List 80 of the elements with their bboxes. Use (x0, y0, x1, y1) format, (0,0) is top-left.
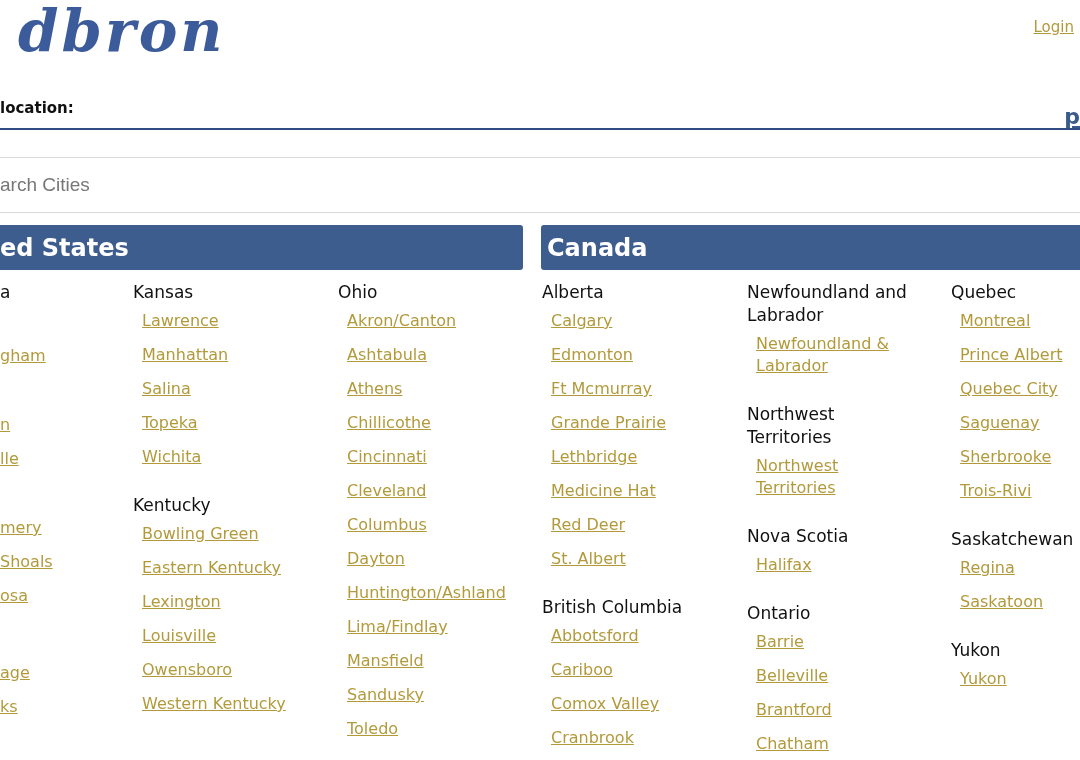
city-link[interactable]: mery (0, 517, 42, 539)
city-link[interactable]: Halifax (756, 554, 812, 576)
city-link[interactable]: Huntington/Ashland (347, 582, 506, 604)
city-link[interactable]: Toledo (347, 718, 399, 740)
city-link[interactable]: Abbotsford (551, 625, 639, 647)
location-link[interactable]: p (1064, 106, 1080, 128)
region-heading: Kansas (133, 281, 195, 304)
city-link[interactable]: Cariboo (551, 659, 613, 681)
city-link[interactable]: Shoals (0, 551, 53, 573)
city-link[interactable]: Athens (347, 378, 403, 400)
city-link[interactable]: Grande Prairie (551, 412, 667, 434)
city-link[interactable]: St. Albert (551, 548, 626, 570)
city-link[interactable]: Calgary (551, 310, 613, 332)
region-heading: British Columbia (542, 596, 684, 619)
city-link[interactable]: Wichita (142, 446, 202, 468)
region-header: ed States (0, 225, 523, 270)
city-link[interactable]: n (0, 414, 11, 436)
city-link[interactable]: Bowling Green (142, 523, 259, 545)
city-link[interactable]: Akron/Canton (347, 310, 457, 332)
city-link[interactable]: Northwest Territories (756, 455, 918, 499)
city-link[interactable]: Topeka (142, 412, 198, 434)
city-link[interactable]: Newfoundland & Labrador (756, 333, 918, 377)
city-link[interactable]: Mansfield (347, 650, 424, 672)
city-link[interactable]: Saskatoon (960, 591, 1044, 613)
region-heading: Quebec (951, 281, 1018, 304)
city-link[interactable]: Prince Albert (960, 344, 1063, 366)
city-link[interactable]: Lethbridge (551, 446, 638, 468)
city-link[interactable]: Lawrence (142, 310, 219, 332)
region-heading: Ontario (747, 602, 812, 625)
city-link[interactable]: Manhattan (142, 344, 229, 366)
region-header: Canada (541, 225, 1080, 270)
city-link[interactable]: Trois-Rivi (960, 480, 1032, 502)
region-heading: Ohio (338, 281, 379, 304)
city-link[interactable]: Regina (960, 557, 1015, 579)
city-link[interactable]: Ashtabula (347, 344, 428, 366)
city-link[interactable]: Cincinnati (347, 446, 427, 468)
search-field[interactable]: arch Cities (0, 157, 1080, 213)
city-link[interactable]: Columbus (347, 514, 427, 536)
city-link[interactable]: Saguenay (960, 412, 1040, 434)
city-link[interactable]: Sandusky (347, 684, 424, 706)
city-link[interactable]: Montreal (960, 310, 1031, 332)
city-link[interactable]: osa (0, 585, 28, 607)
region-heading: a (0, 281, 12, 304)
city-link[interactable]: Edmonton (551, 344, 633, 366)
city-link[interactable]: Eastern Kentucky (142, 557, 281, 579)
city-link[interactable]: gham (0, 345, 46, 367)
city-link[interactable]: Barrie (756, 631, 804, 653)
city-link[interactable]: Red Deer (551, 514, 626, 536)
city-link[interactable]: Brantford (756, 699, 832, 721)
city-link[interactable]: Yukon (960, 668, 1007, 690)
region-heading: Newfoundland and Labrador (747, 281, 908, 327)
region-heading: Nova Scotia (747, 525, 850, 548)
region-heading: Saskatchewan (951, 528, 1075, 551)
city-link[interactable]: Quebec City (960, 378, 1058, 400)
city-link[interactable]: Cranbrook (551, 727, 634, 749)
location-label: location: (0, 98, 74, 118)
city-link[interactable]: Owensboro (142, 659, 232, 681)
city-link[interactable]: Louisville (142, 625, 216, 647)
login-link[interactable]: Login (1033, 17, 1074, 37)
city-link[interactable]: age (0, 662, 30, 684)
city-link[interactable]: Cleveland (347, 480, 427, 502)
city-link[interactable]: Chillicothe (347, 412, 431, 434)
city-link[interactable]: Chatham (756, 733, 829, 755)
city-link[interactable]: Sherbrooke (960, 446, 1052, 468)
region-heading: Northwest Territories (747, 403, 836, 449)
region-heading: Alberta (542, 281, 605, 304)
city-link[interactable]: Salina (142, 378, 191, 400)
city-link[interactable]: Dayton (347, 548, 405, 570)
city-link[interactable]: Belleville (756, 665, 829, 687)
region-heading: Kentucky (133, 494, 212, 517)
city-link[interactable]: Lexington (142, 591, 221, 613)
city-link[interactable]: Medicine Hat (551, 480, 656, 502)
city-link[interactable]: lle (0, 448, 19, 470)
city-link[interactable]: Lima/Findlay (347, 616, 448, 638)
region-heading: Yukon (951, 639, 1002, 662)
site-logo[interactable]: dbron (18, 0, 226, 60)
city-link[interactable]: Western Kentucky (142, 693, 286, 715)
city-link[interactable]: ks (0, 696, 18, 718)
city-link[interactable]: Ft Mcmurray (551, 378, 653, 400)
city-link[interactable]: Comox Valley (551, 693, 660, 715)
